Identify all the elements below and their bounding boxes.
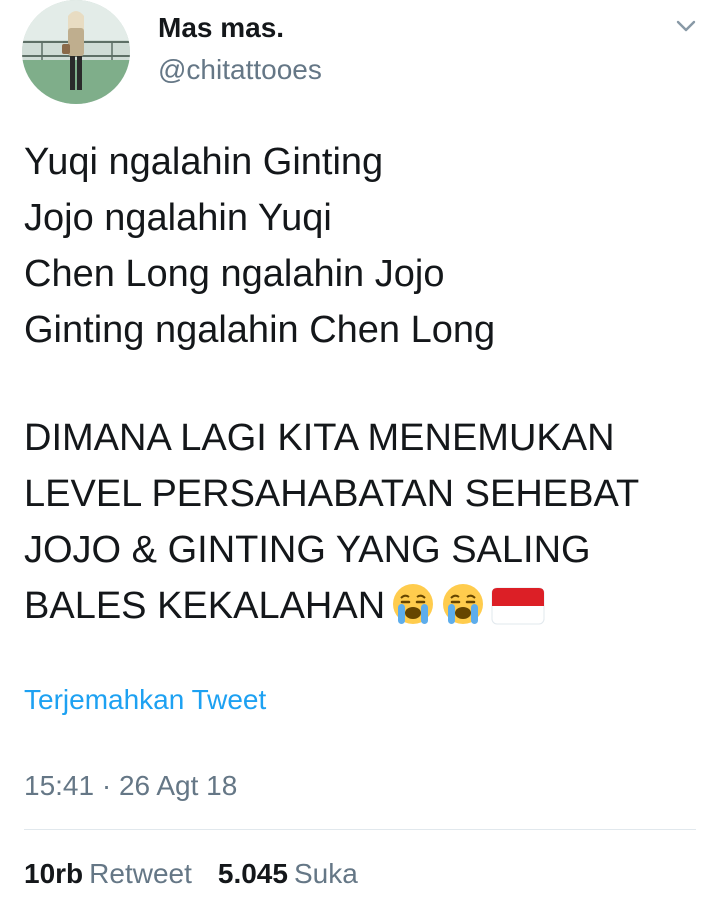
divider: [24, 829, 696, 830]
retweets-count: 10rb: [24, 858, 84, 889]
tweet-line: JOJO & GINTING YANG SALING: [24, 529, 591, 571]
tweet-line: Yuqi ngalahin Ginting: [24, 141, 384, 183]
author-handle[interactable]: @chitattooes: [158, 54, 322, 86]
retweets-label: Retweet: [89, 858, 192, 889]
tweet-line: Jojo ngalahin Yuqi: [24, 197, 332, 239]
tweet-line-with-emoji: BALES KEKALAHAN: [24, 578, 714, 642]
tweet-line: Chen Long ngalahin Jojo: [24, 253, 445, 295]
author-display-name[interactable]: Mas mas.: [158, 12, 284, 44]
tweet-line: LEVEL PERSAHABATAN SEHEBAT: [24, 473, 640, 515]
chevron-down-icon[interactable]: [672, 12, 700, 40]
likes-stat[interactable]: 5.045 Suka: [218, 858, 358, 890]
tweet-stats: 10rb Retweet 5.045 Suka: [24, 858, 358, 890]
tweet-line: DIMANA LAGI KITA MENEMUKAN: [24, 417, 615, 459]
tweet-text: Yuqi ngalahin Ginting Jojo ngalahin Yuqi…: [24, 134, 714, 642]
crying-face-emoji: [391, 582, 435, 642]
tweet-line: Ginting ngalahin Chen Long: [24, 309, 496, 351]
tweet-timestamp[interactable]: 15:41 · 26 Agt 18: [24, 770, 237, 802]
retweets-stat[interactable]: 10rb Retweet: [24, 858, 192, 890]
avatar[interactable]: [22, 0, 130, 104]
crying-face-emoji: [441, 582, 485, 642]
likes-label: Suka: [293, 858, 358, 889]
translate-tweet-link[interactable]: Terjemahkan Tweet: [24, 684, 266, 716]
likes-count: 5.045: [217, 858, 288, 889]
indonesia-flag-emoji: [491, 586, 545, 642]
tweet-line: BALES KEKALAHAN: [24, 585, 386, 627]
